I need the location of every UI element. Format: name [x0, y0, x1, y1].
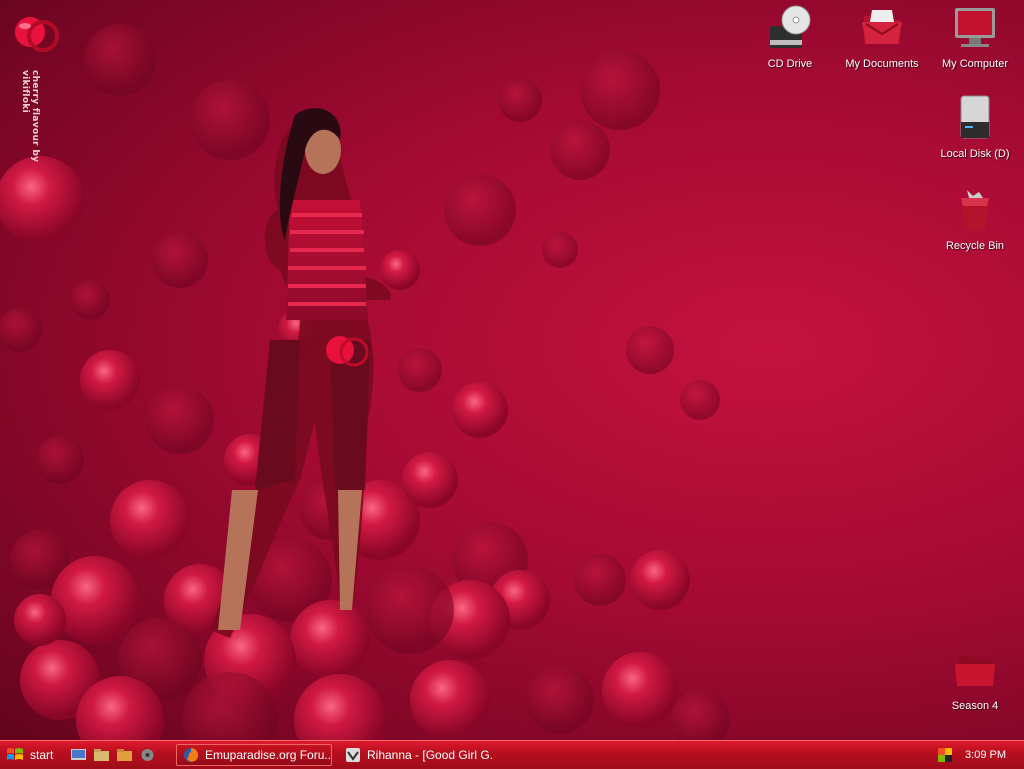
wallpaper-bubble: [602, 652, 678, 728]
desktop-icon-my-computer[interactable]: My Computer: [933, 4, 1017, 70]
wallpaper-bubble: [70, 280, 110, 320]
start-button[interactable]: start: [0, 741, 64, 769]
cherry-logo-icon: [15, 17, 59, 52]
wallpaper-bubble: [398, 348, 442, 392]
wallpaper-bubble: [146, 386, 214, 454]
wallpaper-bubble: [294, 674, 386, 740]
taskbar-item-title: Rihanna - [Good Girl G...: [367, 748, 494, 762]
clock[interactable]: 3:09 PM: [965, 749, 1006, 761]
wallpaper-bubble: [452, 382, 508, 438]
wallpaper-bubble: [402, 452, 458, 508]
wallpaper-bubble: [380, 250, 420, 290]
start-label: start: [30, 748, 54, 762]
wallpaper-bubble: [626, 326, 674, 374]
wallpaper-bubble: [14, 594, 66, 646]
wallpaper-bubble: [366, 566, 454, 654]
season-4-label: Season 4: [951, 700, 999, 712]
desktop-icon-recycle-bin[interactable]: Recycle Bin: [933, 186, 1017, 252]
wallpaper-bubble: [190, 80, 270, 160]
wallpaper-bubble: [36, 436, 84, 484]
winamp-icon: [346, 748, 360, 762]
cd-drive-label: CD Drive: [767, 58, 813, 70]
system-tray: 3:09 PM: [932, 741, 1024, 769]
windows-flag-icon: [7, 748, 23, 760]
wallpaper-bubble: [542, 232, 578, 268]
firefox-icon: [184, 748, 199, 762]
desktop-icon-local-disk[interactable]: Local Disk (D): [933, 94, 1017, 160]
wallpaper-bubble: [152, 232, 208, 288]
wallpaper-bubble: [574, 554, 626, 606]
wallpaper-bubble: [51, 556, 139, 644]
wallpaper-bubble: [630, 550, 690, 610]
desktop-wallpaper: [0, 24, 730, 740]
taskbar-item-rihanna[interactable]: Rihanna - [Good Girl G...: [338, 744, 494, 766]
desktop-icon-cd-drive[interactable]: CD Drive: [748, 4, 832, 70]
folder-icon[interactable]: [116, 747, 133, 763]
desktop-icon-season-4[interactable]: Season 4: [933, 646, 1017, 712]
hard-disk-icon: [960, 95, 990, 139]
media-icon[interactable]: [139, 747, 156, 763]
wallpaper-bubble: [580, 50, 660, 130]
wallpaper-bubble: [84, 24, 156, 96]
quick-launch: [70, 747, 156, 763]
wallpaper-bubble: [498, 78, 542, 122]
wallpaper-bubble: [670, 690, 730, 740]
taskbar-item-emuparadise[interactable]: Emuparadise.org Foru...: [176, 744, 332, 766]
brand-logo: cherry flavour by vikifloki: [10, 14, 70, 194]
local-disk-label: Local Disk (D): [940, 148, 1010, 160]
brand-text: cherry flavour by vikifloki: [20, 70, 40, 163]
wallpaper-bubble: [0, 308, 42, 352]
wallpaper-bubble: [680, 380, 720, 420]
wallpaper-bubble: [110, 480, 190, 560]
cd-drive-icon: [770, 5, 811, 48]
computer-monitor-icon: [955, 8, 995, 47]
taskbar: start Emuparadise.org Foru... Rihanna - …: [0, 740, 1024, 769]
recycle-bin-label: Recycle Bin: [945, 240, 1005, 252]
wallpaper-bubble: [550, 120, 610, 180]
wallpaper-bubble: [80, 350, 140, 410]
explorer-icon[interactable]: [93, 747, 110, 763]
taskbar-item-title: Emuparadise.org Foru...: [205, 748, 332, 762]
desktop-icon-my-documents[interactable]: My Documents: [840, 4, 924, 70]
network-status-icon[interactable]: [937, 747, 953, 763]
documents-folder-icon: [862, 10, 902, 44]
wallpaper-bubble: [526, 666, 594, 734]
show-desktop-icon[interactable]: [70, 747, 87, 763]
recycle-bin-icon: [961, 190, 989, 230]
wallpaper-bubble: [444, 174, 516, 246]
folder-icon: [955, 656, 995, 686]
wallpaper-bubble: [290, 600, 370, 680]
my-documents-label: My Documents: [845, 58, 919, 70]
wallpaper-bubble: [410, 660, 490, 740]
my-computer-label: My Computer: [941, 58, 1009, 70]
